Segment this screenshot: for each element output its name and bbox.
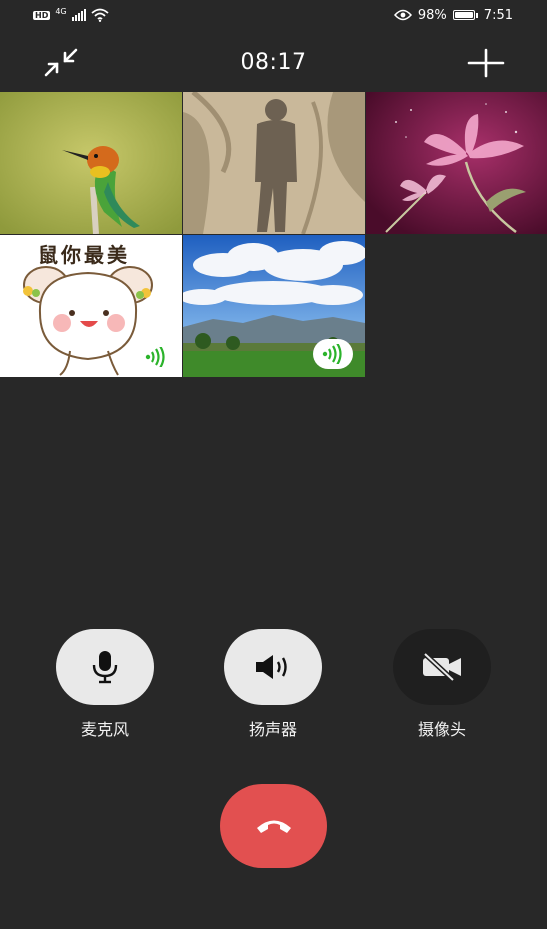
signal-icon [71,9,86,21]
wifi-icon [91,8,109,22]
add-participant-button[interactable] [464,45,508,81]
participant-tile-shadow[interactable] [183,92,365,234]
participant-tile-mouse[interactable]: 鼠你最美 [0,235,182,377]
speaking-indicator-icon [145,347,165,367]
hd-badge: HD [33,10,51,20]
speaking-indicator [313,339,353,369]
eye-icon [393,9,412,21]
battery-icon [452,10,475,20]
participant-tile-flower[interactable] [366,92,547,234]
microphone-icon [92,651,118,684]
battery-nub [475,12,478,18]
status-left: HD 4G [33,6,109,24]
plus-icon [467,48,505,78]
status-bar: HD 4G 98% 7:51 [0,0,547,30]
hang-up-icon [256,820,291,833]
participant-tile-landscape[interactable] [183,235,365,377]
call-top-bar: 08:17 [0,32,547,92]
network-type: 4G [55,7,67,16]
camera-label: 摄像头 [417,720,466,739]
speaker-icon [256,655,287,679]
flower-avatar [366,92,547,234]
battery-percent: 98% [417,7,447,23]
sticker-caption: 鼠你最美 [38,243,130,267]
participant-tile-bird[interactable] [0,92,182,234]
camera-off-icon [423,652,461,682]
microphone-label: 麦克风 [80,720,129,739]
bird-avatar [0,92,182,234]
speaker-button[interactable] [224,629,322,705]
clock: 7:51 [483,7,513,23]
camera-button[interactable] [393,629,491,705]
speaking-indicator-icon [322,344,342,364]
hang-up-button[interactable] [220,784,327,868]
shadow-avatar [183,92,365,234]
microphone-button[interactable] [56,629,154,705]
speaker-label: 扬声器 [248,720,297,739]
status-right: 98% 7:51 [393,6,513,24]
